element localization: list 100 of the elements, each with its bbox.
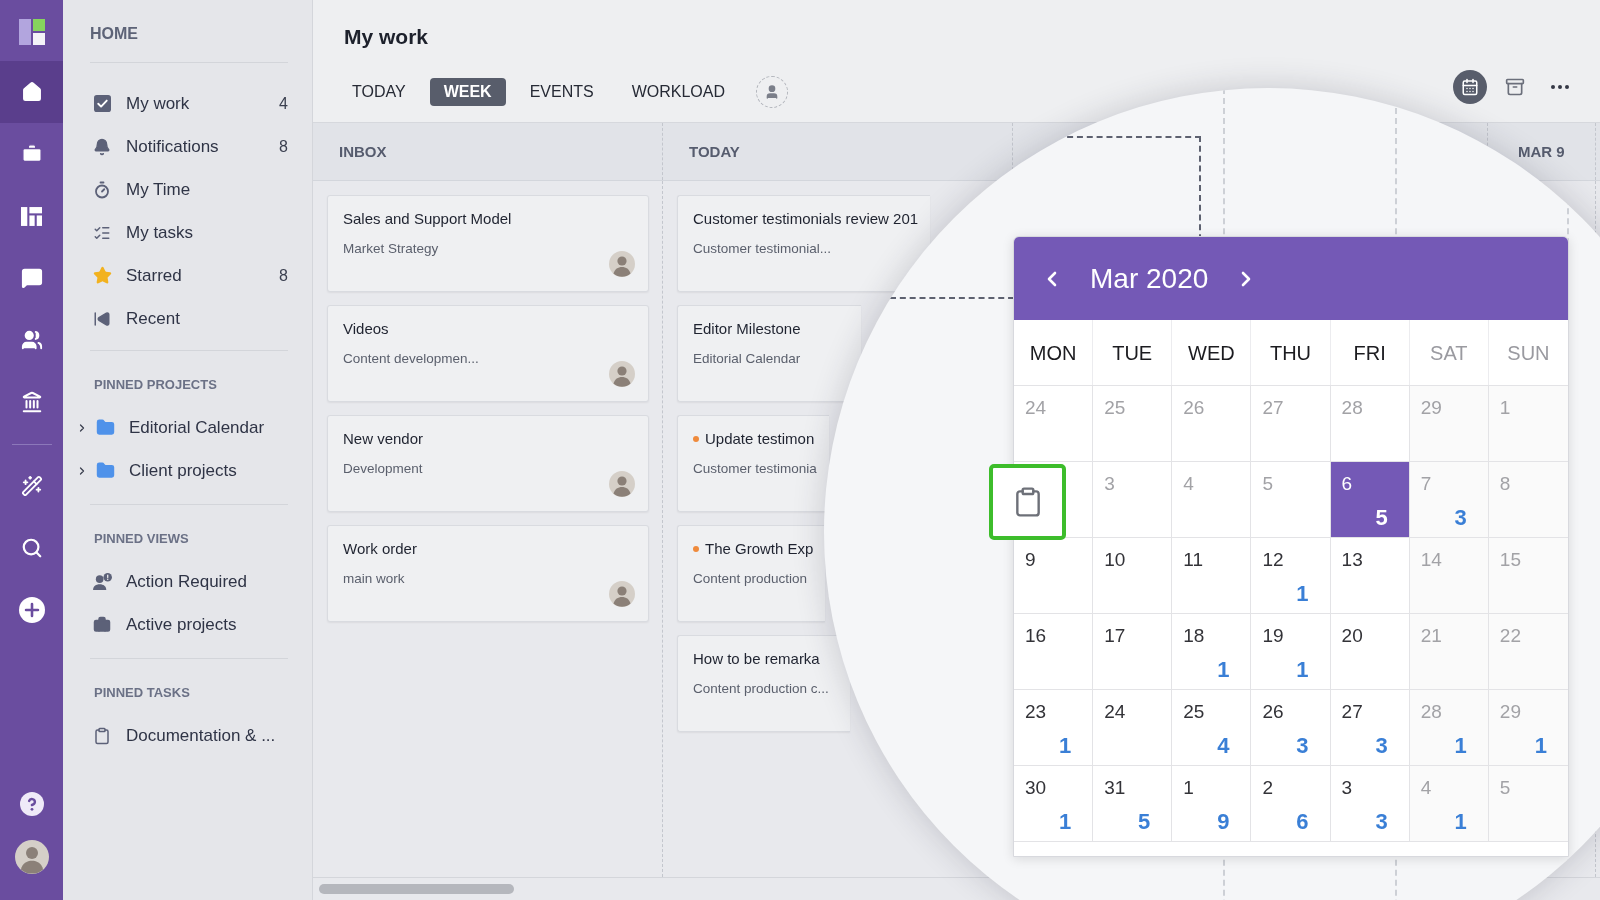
sidebar-item[interactable]: My work 4 [90,82,288,125]
view-tab[interactable]: TODAY [338,78,420,106]
task-card[interactable]: The Growth Exp Content production [677,525,825,622]
sidebar-item[interactable]: My Time [90,168,288,211]
column-heading: TODAY [689,142,740,161]
view-tab[interactable]: EVENTS [515,78,608,106]
day-number: 3 [1104,472,1115,496]
day-number: 5 [1499,776,1511,800]
section-title: PINNED TASKS [94,684,190,702]
day-number: 2 [1262,776,1273,800]
day-number: 15 [1499,548,1521,572]
day-cell[interactable]: 29 1 [1488,690,1568,766]
card-title: How to be remarka [693,649,820,669]
day-cell[interactable]: 9 [1014,538,1094,614]
task-card[interactable]: Videos Content developmen... [327,305,649,402]
star-icon [92,266,112,285]
day-cell[interactable]: 3 3 [1330,766,1410,842]
card-title: Update testimon [705,429,815,449]
day-number: 24 [1104,700,1126,724]
task-card[interactable]: Update testimon Customer testimonia [677,415,829,512]
view-toggle-button[interactable] [1453,70,1487,104]
day-number: 19 [1262,624,1284,648]
task-card[interactable]: Work order main work [327,525,649,622]
sidebar-item[interactable]: Active projects [90,603,288,646]
clipboard-icon [93,726,111,745]
person-alert-icon [92,573,112,590]
day-cell[interactable]: 25 4 [1172,690,1252,766]
day-cell[interactable]: 12 1 [1251,538,1331,614]
day-cell[interactable]: 31 5 [1093,766,1173,842]
nav-button[interactable] [0,61,63,123]
day-cell[interactable]: 30 1 [1014,766,1094,842]
task-count: 1 [1217,657,1230,683]
task-card[interactable]: Editor Milestone Editorial Calendar [677,305,861,402]
task-card[interactable]: New vendor Development [327,415,649,512]
view-tab[interactable]: WEEK [429,78,506,106]
scrollbar-thumb[interactable] [319,884,514,894]
card-title: Videos [343,319,389,339]
day-cell[interactable]: 1 9 [1172,766,1252,842]
sidebar-item[interactable]: Client projects [76,449,288,492]
day-cell[interactable]: 4 1 [1409,766,1489,842]
day-number: 18 [1183,624,1205,648]
card-subtitle: Editorial Calendar [693,350,801,368]
sidebar-item[interactable]: Editorial Calendar [76,406,288,449]
task-card[interactable]: Customer testimonials review 201 Customer testimonial... [677,195,930,292]
day-cell[interactable]: 24 [1093,690,1173,766]
card-subtitle: Market Strategy [343,240,439,258]
day-cell[interactable]: 17 [1093,614,1173,690]
sidebar-item[interactable]: Action Required [90,560,288,603]
day-cell[interactable]: 13 [1330,538,1410,614]
stopwatch-icon [93,180,111,199]
card-subtitle: Content production c... [693,680,829,698]
day-number: 23 [1025,700,1047,724]
day-cell[interactable]: 28 1 [1409,690,1489,766]
day-cell[interactable]: 7 3 [1409,462,1489,538]
sidebar-item[interactable]: Documentation & ... [90,714,288,757]
task-count: 5 [1375,505,1388,531]
task-count: 1 [1534,733,1547,759]
day-number: 27 [1262,396,1284,420]
day-cell[interactable]: 20 [1330,614,1410,690]
day-number: 10 [1104,548,1126,572]
day-number: 25 [1183,700,1205,724]
app-logo [18,19,45,45]
task-card[interactable]: How to be remarka Content production c... [677,635,850,732]
day-number: 16 [1025,624,1047,648]
card-title: The Growth Exp [705,539,814,559]
day-cell[interactable]: 11 [1172,538,1252,614]
dragged-task-tile[interactable] [989,464,1066,540]
day-cell[interactable]: 26 3 [1251,690,1331,766]
card-title: Customer testimonials review 201 [693,209,919,229]
day-number: 26 [1183,396,1205,420]
day-cell[interactable]: 27 3 [1330,690,1410,766]
person-icon [764,84,780,100]
sidebar-item[interactable]: Recent [90,297,288,340]
view-tab[interactable]: WORKLOAD [617,78,739,106]
day-cell[interactable]: 6 5 [1330,462,1410,538]
weekday-label: THU [1269,340,1312,365]
day-cell[interactable]: 23 1 [1014,690,1094,766]
sidebar-item[interactable]: Starred 8 [90,254,288,297]
day-number: 31 [1104,776,1126,800]
day-cell[interactable]: 18 1 [1172,614,1252,690]
day-cell[interactable]: 10 [1093,538,1173,614]
day-cell[interactable]: 19 1 [1251,614,1331,690]
sidebar-item[interactable]: Notifications 8 [90,125,288,168]
task-card[interactable]: Sales and Support Model Market Strategy [327,195,649,292]
day-number: 20 [1341,624,1363,648]
day-number: 5 [1262,472,1273,496]
day-cell[interactable]: 16 [1014,614,1094,690]
sidebar-item[interactable]: My tasks [90,211,288,254]
task-count: 1 [1296,657,1309,683]
day-number: 1 [1183,776,1194,800]
card-subtitle: Development [343,460,423,478]
card-title: Work order [343,539,417,559]
day-cell[interactable]: 2 6 [1251,766,1331,842]
task-count: 9 [1217,809,1230,835]
month-title: Mar 2020 [1090,261,1209,296]
day-number: 21 [1420,624,1442,648]
card-subtitle: main work [343,570,405,588]
day-number: 6 [1341,472,1353,496]
skip-back-icon [93,309,111,328]
weekday-label: TUE [1112,340,1153,365]
